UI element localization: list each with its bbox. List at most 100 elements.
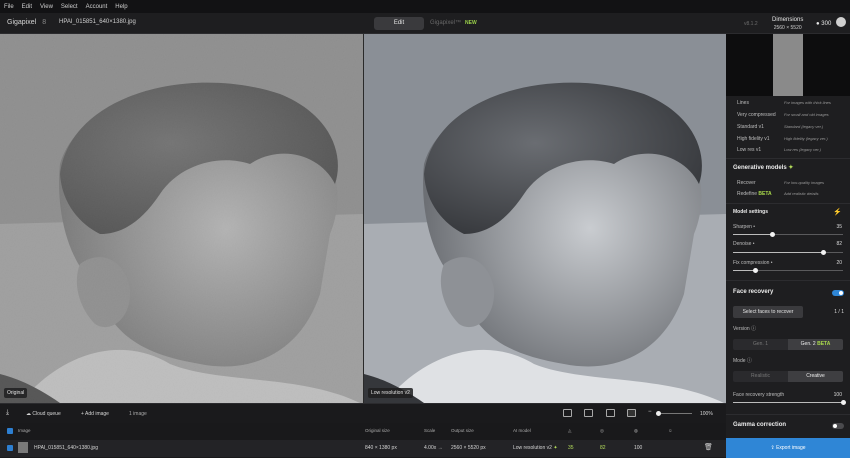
tab-edit[interactable]: Edit	[374, 17, 424, 30]
header-original-size: Original size	[365, 428, 390, 433]
model-desc: For images with thick lines	[784, 100, 831, 105]
tab-gigapixel-label: Gigapixel™	[430, 20, 462, 26]
app-version: 8	[42, 19, 47, 26]
avatar[interactable]	[836, 17, 846, 27]
single-view-icon[interactable]	[584, 409, 593, 417]
fix-compression-label: Fix compression •	[733, 260, 773, 266]
select-faces-button[interactable]: Select faces to recover	[733, 306, 803, 318]
row-checkbox[interactable]	[7, 445, 13, 451]
model-name: Lines	[737, 100, 749, 106]
sharpen-label-text: Sharpen	[733, 224, 752, 230]
info-dot-icon: •	[770, 260, 773, 266]
mode-creative[interactable]: Creative	[788, 371, 843, 382]
fix-compression-value: 20	[836, 260, 842, 266]
model-desc: For small and old images	[784, 112, 829, 117]
row-sharpen: 35	[568, 445, 574, 451]
navigator-thumbnail[interactable]	[726, 34, 850, 96]
credits-value: 300	[821, 21, 832, 27]
denoise-label: Denoise •	[733, 241, 755, 247]
settings-panel: Lines For images with thick lines Very co…	[726, 34, 850, 458]
strength-label: Face recovery strength	[733, 392, 785, 398]
slider-knob[interactable]	[841, 400, 846, 405]
toggle-knob	[833, 424, 837, 428]
original-label: Original	[4, 388, 28, 398]
sharpen-slider[interactable]	[733, 232, 843, 237]
row-ai-model: Low resolution v2 ✦	[513, 445, 558, 451]
side-by-side-icon[interactable]	[606, 409, 615, 417]
download-icon[interactable]: ⤓	[6, 409, 9, 417]
model-standard-v1[interactable]: Standard v1 Standard (legacy ver.)	[737, 124, 847, 130]
fit-view-icon[interactable]	[563, 409, 572, 417]
bottom-toolbar: ⤓ ☁ Cloud queue + Add image 1 image − 10…	[0, 403, 726, 423]
zoom-out-icon[interactable]: −	[648, 409, 652, 415]
preview-photo	[364, 34, 726, 403]
row-scale[interactable]: 4.00x →	[424, 445, 443, 451]
menu-select[interactable]: Select	[61, 4, 78, 10]
model-high-fidelity-v1[interactable]: High fidelity v1 High fidelity (legacy ve…	[737, 136, 847, 142]
fix-compression-slider[interactable]	[733, 268, 843, 273]
mode-label: Mode ⓘ	[733, 357, 752, 364]
zoom-slider[interactable]	[656, 411, 692, 416]
beta-badge: BETA	[817, 341, 831, 347]
divider	[726, 280, 850, 281]
software-version: v8.1.2	[744, 21, 758, 27]
original-pane[interactable]: Original	[0, 34, 363, 403]
gamma-correction-toggle[interactable]	[832, 423, 844, 429]
beta-badge: BETA	[758, 191, 772, 197]
auto-settings-icon[interactable]: ⚡	[833, 208, 842, 216]
model-recover[interactable]: Recover For low-quality images	[737, 180, 847, 186]
divider	[726, 203, 850, 204]
menu-edit[interactable]: Edit	[22, 4, 32, 10]
slider-knob[interactable]	[753, 268, 758, 273]
dimensions-label: Dimensions	[772, 17, 804, 23]
new-badge: NEW	[465, 20, 477, 26]
header-scale: Scale	[424, 428, 436, 433]
model-very-compressed[interactable]: Very compressed For small and old images	[737, 112, 847, 118]
menu-view[interactable]: View	[40, 4, 53, 10]
zoom-knob[interactable]	[656, 411, 661, 416]
mode-realistic[interactable]: Realistic	[733, 371, 788, 382]
compression-col-icon: ◍	[634, 428, 638, 433]
select-all-checkbox[interactable]	[7, 428, 13, 434]
denoise-slider[interactable]	[733, 250, 843, 255]
version-gen2-label: Gen. 2	[800, 341, 816, 347]
model-desc: High fidelity (legacy ver.)	[784, 136, 828, 141]
face-recovery-toggle[interactable]	[832, 290, 844, 296]
version-gen2[interactable]: Gen. 2 BETA	[788, 339, 843, 350]
tab-gigapixel[interactable]: Gigapixel™ NEW	[430, 20, 477, 26]
version-gen1[interactable]: Gen. 1	[733, 339, 788, 350]
divider	[726, 414, 850, 415]
strength-value: 100	[833, 392, 842, 398]
info-dot-icon: •	[752, 241, 755, 247]
model-name: Recover	[737, 180, 756, 186]
model-low-res-v1[interactable]: Low res v1 Low res (legacy ver.)	[737, 147, 847, 153]
fix-compression-label-text: Fix compression	[733, 260, 770, 266]
model-lines[interactable]: Lines For images with thick lines	[737, 100, 847, 106]
slider-knob[interactable]	[769, 232, 775, 237]
table-row[interactable]	[0, 440, 726, 457]
add-image-button[interactable]: + Add image	[81, 411, 109, 417]
export-image-button[interactable]: ⇪ Export image	[726, 438, 850, 458]
menu-account[interactable]: Account	[86, 4, 108, 10]
model-name: Low res v1	[737, 147, 762, 153]
preview-pane[interactable]: Low resolution v2	[364, 34, 726, 403]
sparkle-icon: ✦	[553, 445, 558, 451]
gamma-correction-title: Gamma correction	[733, 422, 787, 428]
model-redefine[interactable]: Redefine BETA Add realistic details	[737, 191, 847, 197]
strength-slider[interactable]	[733, 400, 846, 405]
menu-help[interactable]: Help	[115, 4, 127, 10]
delete-icon[interactable]: 🗑	[704, 443, 713, 451]
menu-file[interactable]: File	[4, 4, 14, 10]
model-name: Very compressed	[737, 112, 776, 118]
model-desc: Add realistic details	[784, 191, 819, 196]
row-denoise: 82	[600, 445, 606, 451]
export-icon: ⇪	[770, 445, 775, 451]
split-view-icon[interactable]	[627, 409, 636, 417]
image-viewer[interactable]: Original Low resolution v2	[0, 34, 726, 403]
model-desc: Low res (legacy ver.)	[784, 147, 821, 152]
app-name: Gigapixel	[7, 19, 37, 26]
row-scale-value: 4.00x	[424, 445, 437, 451]
cloud-queue-button[interactable]: ☁ Cloud queue	[26, 411, 61, 417]
slider-knob[interactable]	[821, 250, 827, 255]
version-label-text: Version	[733, 326, 750, 332]
